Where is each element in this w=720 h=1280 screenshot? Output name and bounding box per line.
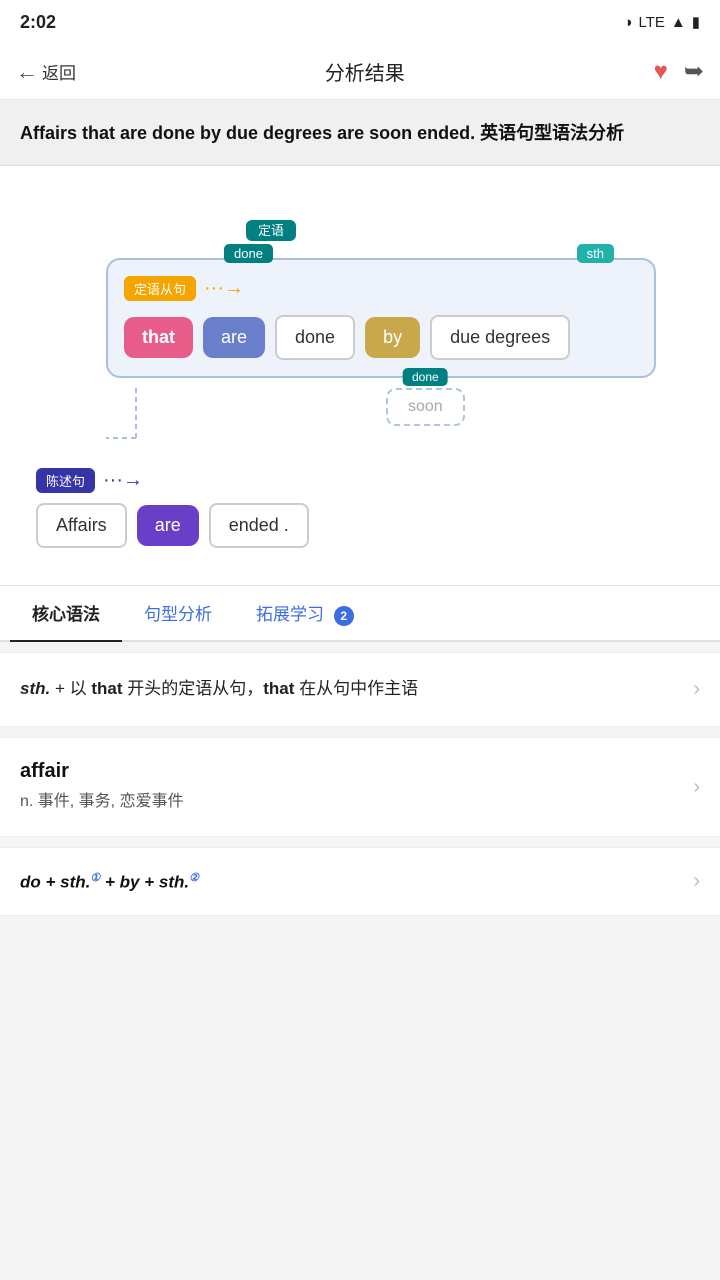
word-card-chevron: › bbox=[693, 776, 700, 799]
top-nav: ← 返回 分析结果 ♥ ➥ bbox=[0, 44, 720, 100]
word-are-main[interactable]: are bbox=[137, 505, 199, 546]
done-label-2: done bbox=[403, 368, 448, 386]
back-arrow-icon: ← bbox=[16, 59, 38, 85]
status-time: 2:02 bbox=[20, 12, 56, 33]
sentence-header: Affairs that are done by due degrees are… bbox=[0, 100, 720, 166]
relative-clause-tag: 定语从句 bbox=[124, 276, 196, 301]
sth-label: sth bbox=[577, 244, 614, 263]
main-words-row: Affairs are ended . bbox=[36, 503, 694, 548]
word-affairs[interactable]: Affairs bbox=[36, 503, 127, 548]
word-meaning: n. 事件, 事务, 恋爱事件 bbox=[20, 789, 184, 815]
lte-label: LTE bbox=[638, 14, 664, 31]
favorite-icon[interactable]: ♥ bbox=[654, 58, 668, 86]
grammar-card-text: sth. + 以 that 开头的定语从句，that 在从句中作主语 bbox=[20, 675, 683, 704]
page-title: 分析结果 bbox=[325, 57, 405, 86]
word-card[interactable]: affair n. 事件, 事务, 恋爱事件 › bbox=[0, 737, 720, 838]
back-button[interactable]: ← 返回 bbox=[16, 59, 76, 85]
status-icons: ◑ LTE ▲ ▮ bbox=[623, 13, 700, 31]
word-due-degrees[interactable]: due degrees bbox=[430, 315, 570, 360]
formula-text: do + sth.① + by + sth.② bbox=[20, 871, 199, 893]
relative-clause-box: done sth 定语从句 ···→ that are done by due … bbox=[106, 258, 656, 378]
word-by[interactable]: by bbox=[365, 317, 420, 358]
main-clause-area: 陈述句 ···→ Affairs are ended . bbox=[26, 468, 694, 548]
tab-core-grammar[interactable]: 核心语法 bbox=[10, 586, 122, 640]
word-done-rc[interactable]: done bbox=[275, 315, 355, 360]
soon-box: soon bbox=[386, 388, 465, 426]
word-that[interactable]: that bbox=[124, 317, 193, 358]
back-label: 返回 bbox=[42, 59, 76, 84]
tab-sentence-analysis[interactable]: 句型分析 bbox=[122, 586, 234, 640]
battery-icon: ▮ bbox=[692, 13, 700, 31]
status-bar: 2:02 ◑ LTE ▲ ▮ bbox=[0, 0, 720, 44]
tab-expand-learning[interactable]: 拓展学习 2 bbox=[234, 586, 376, 640]
signal-icon: ▲ bbox=[671, 14, 686, 31]
rc-words-row: that are done by due degrees bbox=[124, 315, 638, 360]
grammar-card[interactable]: sth. + 以 that 开头的定语从句，that 在从句中作主语 › bbox=[0, 652, 720, 727]
word-title: affair bbox=[20, 760, 184, 783]
share-icon[interactable]: ➥ bbox=[684, 57, 704, 86]
tabs-bar: 核心语法 句型分析 拓展学习 2 bbox=[0, 586, 720, 642]
done-label-1: done bbox=[224, 244, 273, 263]
clause-dots-arrow-icon: ···→ bbox=[204, 277, 244, 300]
connector-svg bbox=[106, 388, 166, 458]
definitive-label: 定语 bbox=[246, 220, 296, 241]
statement-arrow-icon: ···→ bbox=[103, 469, 143, 492]
expand-badge: 2 bbox=[334, 606, 354, 626]
nav-actions: ♥ ➥ bbox=[654, 57, 704, 86]
formula-card[interactable]: do + sth.① + by + sth.② › bbox=[0, 847, 720, 916]
statement-tag: 陈述句 bbox=[36, 468, 95, 493]
circle-half-icon: ◑ bbox=[623, 14, 632, 31]
sentence-text: Affairs that are done by due degrees are… bbox=[20, 120, 700, 147]
diagram-area: 定语 done sth 定语从句 ···→ that are done bbox=[0, 166, 720, 586]
word-ended[interactable]: ended . bbox=[209, 503, 309, 548]
formula-card-chevron: › bbox=[693, 870, 700, 893]
word-are-rc[interactable]: are bbox=[203, 317, 265, 358]
grammar-card-chevron: › bbox=[693, 678, 700, 701]
